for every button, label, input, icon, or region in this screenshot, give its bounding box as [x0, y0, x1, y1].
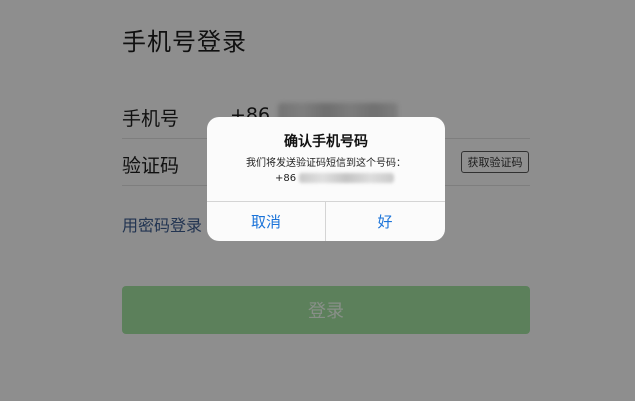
dialog-number-redacted: [299, 173, 395, 183]
dialog-number-prefix: +86: [275, 172, 297, 184]
cancel-button[interactable]: 取消: [207, 202, 325, 241]
ok-button[interactable]: 好: [326, 202, 444, 241]
dialog-phone-number: +86: [275, 171, 395, 185]
dialog-message: 我们将发送验证码短信到这个号码：: [246, 158, 406, 169]
dialog-title: 确认手机号码: [284, 134, 368, 150]
confirm-phone-dialog: 确认手机号码 我们将发送验证码短信到这个号码： +86 取消 好: [207, 117, 445, 241]
